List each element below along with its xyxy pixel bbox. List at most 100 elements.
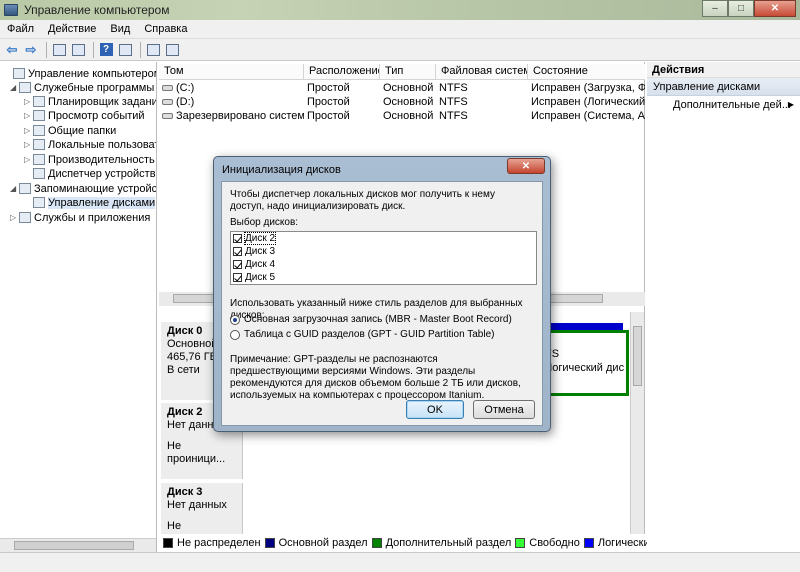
partition-legend: Не распределен Основной раздел Дополните… bbox=[159, 535, 682, 551]
mbr-option[interactable]: Основная загрузочная запись (MBR - Maste… bbox=[230, 314, 512, 325]
event-viewer-icon bbox=[33, 110, 45, 121]
tree-item-computer-management[interactable]: Управление компьютером (л bbox=[4, 66, 156, 81]
computer-management-icon bbox=[13, 68, 25, 79]
legend-free: Свободно bbox=[515, 537, 580, 549]
drive-icon bbox=[162, 113, 173, 120]
toolbar-separator bbox=[140, 41, 141, 58]
column-layout[interactable]: Расположение bbox=[304, 64, 380, 79]
tree-item-performance[interactable]: ▷ Производительность bbox=[24, 152, 155, 167]
checklist-icon bbox=[146, 43, 160, 56]
back-button[interactable]: ⇦ bbox=[4, 42, 20, 58]
checkbox-checked[interactable] bbox=[233, 260, 242, 269]
computer-management-icon bbox=[4, 4, 18, 16]
disk-3-label[interactable]: Диск 3 Нет данных Не проиници... bbox=[161, 483, 243, 545]
legend-extended: Дополнительный раздел bbox=[371, 537, 511, 549]
more-actions-link[interactable]: Дополнительные дей... ▶ bbox=[647, 96, 800, 114]
table-row[interactable]: (D:) Простой Основной NTFS Исправен (Лог… bbox=[159, 95, 645, 109]
performance-icon bbox=[33, 154, 45, 165]
disk-map-vertical-scrollbar[interactable] bbox=[630, 312, 644, 534]
volume-list-header: Том Расположение Тип Файловая система Со… bbox=[159, 64, 645, 80]
submenu-arrow-icon: ▶ bbox=[787, 100, 794, 109]
tree-horizontal-scrollbar[interactable] bbox=[0, 538, 156, 552]
checkbox-checked[interactable] bbox=[233, 247, 242, 256]
tree-item-storage[interactable]: ◢ Запоминающие устройст bbox=[10, 181, 156, 196]
column-status[interactable]: Состояние bbox=[528, 64, 645, 79]
radio-selected[interactable] bbox=[230, 314, 240, 325]
tree-item-device-manager[interactable]: Диспетчер устройств bbox=[24, 166, 156, 181]
expand-icon[interactable]: ▷ bbox=[24, 155, 33, 164]
actions-section-disk-management[interactable]: Управление дисками bbox=[647, 78, 800, 96]
column-volume[interactable]: Том bbox=[159, 64, 304, 79]
storage-icon bbox=[19, 183, 31, 194]
table-row[interactable]: Зарезервировано системой Простой Основно… bbox=[159, 109, 645, 123]
table-row[interactable]: (C:) Простой Основной NTFS Исправен (Заг… bbox=[159, 81, 645, 95]
menu-file[interactable]: Файл bbox=[0, 23, 41, 35]
status-bar bbox=[0, 552, 800, 572]
tree-item-services-apps[interactable]: ▷ Службы и приложения bbox=[10, 210, 150, 225]
clock-icon bbox=[33, 96, 45, 107]
tree-item-event-viewer[interactable]: ▷ Просмотр событий bbox=[24, 108, 145, 123]
collapse-icon[interactable]: ◢ bbox=[10, 184, 19, 193]
dialog-close-button[interactable]: ✕ bbox=[507, 158, 545, 174]
checklist-button[interactable] bbox=[145, 42, 161, 58]
scrollbar-thumb[interactable] bbox=[633, 326, 642, 386]
window-title: Управление компьютером bbox=[24, 3, 170, 17]
radio-unselected[interactable] bbox=[230, 329, 240, 340]
cancel-button[interactable]: Отмена bbox=[473, 400, 535, 419]
tree-item-disk-management[interactable]: Управление дисками bbox=[24, 195, 156, 210]
show-tree-button[interactable] bbox=[70, 42, 86, 58]
tree-item-shared-folders[interactable]: ▷ Общие папки bbox=[24, 123, 116, 138]
disk-checkbox-item[interactable]: Диск 5 bbox=[231, 271, 536, 284]
toolbar-separator bbox=[46, 41, 47, 58]
column-file-system[interactable]: Файловая система bbox=[436, 64, 528, 79]
console-tree-icon bbox=[71, 43, 85, 56]
properties-button[interactable] bbox=[117, 42, 133, 58]
dialog-title: Инициализация дисков bbox=[222, 164, 341, 176]
help-icon: ? bbox=[99, 43, 113, 56]
maximize-button[interactable]: □ bbox=[728, 0, 754, 17]
users-icon bbox=[33, 139, 45, 150]
expand-icon[interactable]: ▷ bbox=[10, 213, 19, 222]
back-arrow-icon: ⇦ bbox=[6, 41, 18, 57]
disk-checkbox-item[interactable]: Диск 3 bbox=[231, 245, 536, 258]
window-title-bar: Управление компьютером ‒ □ ✕ bbox=[0, 0, 800, 20]
tree-item-system-tools[interactable]: ◢ Служебные программы bbox=[10, 80, 154, 95]
tree-item-task-scheduler[interactable]: ▷ Планировщик заданий bbox=[24, 94, 156, 109]
menu-view[interactable]: Вид bbox=[103, 23, 137, 35]
collapse-icon[interactable]: ◢ bbox=[10, 83, 19, 92]
tree-item-local-users[interactable]: ▷ Локальные пользовате bbox=[24, 137, 156, 152]
checkbox-checked[interactable] bbox=[233, 273, 242, 282]
expand-icon[interactable]: ▷ bbox=[24, 97, 33, 106]
expand-icon[interactable]: ▷ bbox=[24, 126, 33, 135]
disk-checkbox-item[interactable]: Диск 4 bbox=[231, 258, 536, 271]
folder-up-icon bbox=[52, 43, 66, 56]
shared-folder-icon bbox=[33, 125, 45, 136]
expand-icon[interactable]: ▷ bbox=[24, 140, 33, 149]
drive-icon bbox=[162, 99, 173, 106]
ok-button[interactable]: OK bbox=[406, 400, 464, 419]
actions-pane: Действия Управление дисками Дополнительн… bbox=[647, 62, 800, 552]
logical-disk-text: Логический дис bbox=[545, 362, 625, 374]
forward-button[interactable]: ⇨ bbox=[23, 42, 39, 58]
disk-settings-icon bbox=[165, 43, 179, 56]
tools-icon bbox=[19, 82, 31, 93]
minimize-button[interactable]: ‒ bbox=[702, 0, 728, 17]
disk-checkbox-item[interactable]: Диск 2 bbox=[231, 232, 536, 245]
expand-icon[interactable]: ▷ bbox=[24, 111, 33, 120]
help-button[interactable]: ? bbox=[98, 42, 114, 58]
checkbox-checked[interactable] bbox=[233, 234, 242, 243]
actions-header: Действия bbox=[647, 62, 800, 78]
gpt-option[interactable]: Таблица с GUID разделов (GPT - GUID Part… bbox=[230, 329, 494, 340]
disk-settings-button[interactable] bbox=[164, 42, 180, 58]
column-type[interactable]: Тип bbox=[380, 64, 436, 79]
scrollbar-thumb[interactable] bbox=[14, 541, 134, 550]
menu-action[interactable]: Действие bbox=[41, 23, 103, 35]
menu-help[interactable]: Справка bbox=[137, 23, 194, 35]
up-level-button[interactable] bbox=[51, 42, 67, 58]
initialize-disk-dialog: Инициализация дисков ✕ Чтобы диспетчер л… bbox=[213, 156, 551, 432]
menu-bar: Файл Действие Вид Справка bbox=[0, 20, 800, 39]
drive-icon bbox=[162, 85, 173, 92]
services-icon bbox=[19, 212, 31, 223]
window-close-button[interactable]: ✕ bbox=[754, 0, 796, 17]
dialog-intro-text: Чтобы диспетчер локальных дисков мог пол… bbox=[230, 189, 495, 212]
